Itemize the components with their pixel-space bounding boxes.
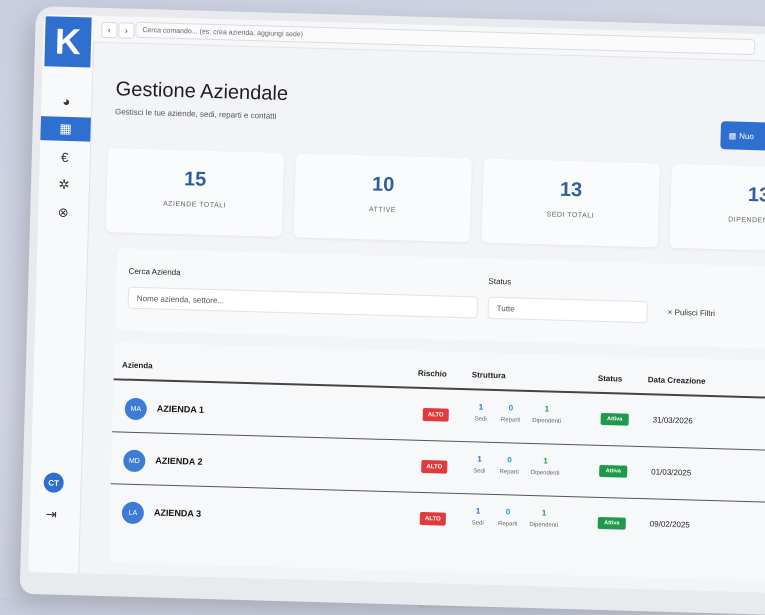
dipendenti-label: Dipendenti xyxy=(530,469,560,477)
reparti-count: 0 xyxy=(505,507,511,517)
stat-card-sedi: 13 SEDI TOTALI xyxy=(481,158,660,248)
page-title: Gestione Aziendale xyxy=(115,78,289,106)
app-logo[interactable]: K xyxy=(44,16,92,68)
column-header-data[interactable]: Data Creazione xyxy=(648,375,706,386)
stat-label: AZIENDE TOTALI xyxy=(162,200,227,210)
column-header-rischio[interactable]: Rischio xyxy=(418,369,447,379)
reparti-label: Reparti xyxy=(500,417,521,424)
stat-label: ATTIVE xyxy=(368,206,397,215)
sidebar-item-aziende[interactable]: ▦ xyxy=(40,116,91,142)
company-name[interactable]: AZIENDA 3 xyxy=(154,507,201,518)
risk-badge: ALTO xyxy=(422,407,449,422)
stat-label: DIPENDENTI TO xyxy=(728,216,765,225)
chevron-left-icon: ‹ xyxy=(107,25,111,36)
app-screen: K ◕ ▦ € ✲ ⊗ CT ⇥ ‹ › Cerca comando... (e… xyxy=(28,14,765,593)
reparti-label: Reparti xyxy=(497,521,518,528)
status-badge: Attiva xyxy=(599,464,628,478)
building-icon: ▦ xyxy=(728,130,737,141)
status-badge: Attiva xyxy=(600,412,629,426)
main-content: Gestione Aziendale Gestisci le tue azien… xyxy=(78,42,765,593)
support-icon: ⊗ xyxy=(57,204,69,220)
stat-value: 10 xyxy=(371,173,395,197)
euro-icon: € xyxy=(60,149,69,165)
company-search-input[interactable]: Nome azienda, settore... xyxy=(127,286,479,319)
reparti-label: Reparti xyxy=(499,469,519,476)
sidebar-item-finanza[interactable]: € xyxy=(39,144,90,169)
company-name[interactable]: AZIENDA 1 xyxy=(157,404,204,415)
dashboard-icon: ◕ xyxy=(62,93,71,109)
company-name[interactable]: AZIENDA 2 xyxy=(155,456,202,467)
dipendenti-count: 1 xyxy=(543,456,548,466)
status-label: Status xyxy=(488,276,512,287)
company-avatar: MD xyxy=(123,449,146,473)
column-header-azienda[interactable]: Azienda xyxy=(122,361,153,371)
stat-value: 13 xyxy=(559,178,583,202)
page-subtitle: Gestisci le tue aziende, sedi, reparti e… xyxy=(114,107,277,121)
stat-card-aziende: 15 AZIENDE TOTALI xyxy=(105,148,284,237)
user-avatar[interactable]: CT xyxy=(43,472,64,493)
chevron-right-icon: › xyxy=(124,25,128,36)
stat-value: 15 xyxy=(183,168,207,191)
companies-table: Azienda Rischio Struttura Status Data Cr… xyxy=(108,342,765,582)
back-button[interactable]: ‹ xyxy=(101,21,118,39)
sidebar-item-dashboard[interactable]: ◕ xyxy=(41,88,92,113)
risk-badge: ALTO xyxy=(419,511,447,526)
creation-date: 31/03/2026 xyxy=(652,415,693,426)
stat-card-attive: 10 ATTIVE xyxy=(293,153,472,243)
stat-label: SEDI TOTALI xyxy=(546,211,595,220)
sidebar-item-impostazioni[interactable]: ✲ xyxy=(39,172,90,197)
logout-icon[interactable]: ⇥ xyxy=(46,506,57,522)
new-company-label: Nuo xyxy=(739,131,755,141)
column-header-struttura[interactable]: Struttura xyxy=(472,370,506,380)
dipendenti-label: Dipendenti xyxy=(532,418,562,425)
gear-icon: ✲ xyxy=(58,176,70,193)
filters-panel: Cerca Azienda Nome azienda, settore... S… xyxy=(114,248,765,350)
company-avatar: MA xyxy=(124,397,148,421)
dipendenti-count: 1 xyxy=(541,508,547,518)
search-label: Cerca Azienda xyxy=(128,266,181,278)
sidebar-item-supporto[interactable]: ⊗ xyxy=(38,200,89,225)
reparti-count: 0 xyxy=(508,403,514,413)
forward-button[interactable]: › xyxy=(118,22,135,39)
new-company-button[interactable]: ▦ Nuo xyxy=(720,121,765,151)
status-select[interactable]: Tutte xyxy=(487,296,648,324)
creation-date: 01/03/2025 xyxy=(651,467,692,478)
column-header-status[interactable]: Status xyxy=(598,374,623,384)
status-badge: Attiva xyxy=(597,516,626,530)
company-avatar: LA xyxy=(121,501,145,525)
reparti-count: 0 xyxy=(507,455,512,465)
dipendenti-label: Dipendenti xyxy=(529,521,559,529)
dipendenti-count: 1 xyxy=(544,404,550,414)
monitor: K ◕ ▦ € ✲ ⊗ CT ⇥ ‹ › Cerca comando... (e… xyxy=(19,6,765,615)
clear-filters-button[interactable]: × Pulisci Filtri xyxy=(659,302,765,328)
risk-badge: ALTO xyxy=(421,459,448,474)
stat-value: 13 xyxy=(747,183,765,207)
building-icon: ▦ xyxy=(59,120,72,137)
stat-card-dipendenti: 13 DIPENDENTI TO xyxy=(669,163,765,253)
creation-date: 09/02/2025 xyxy=(649,519,690,530)
